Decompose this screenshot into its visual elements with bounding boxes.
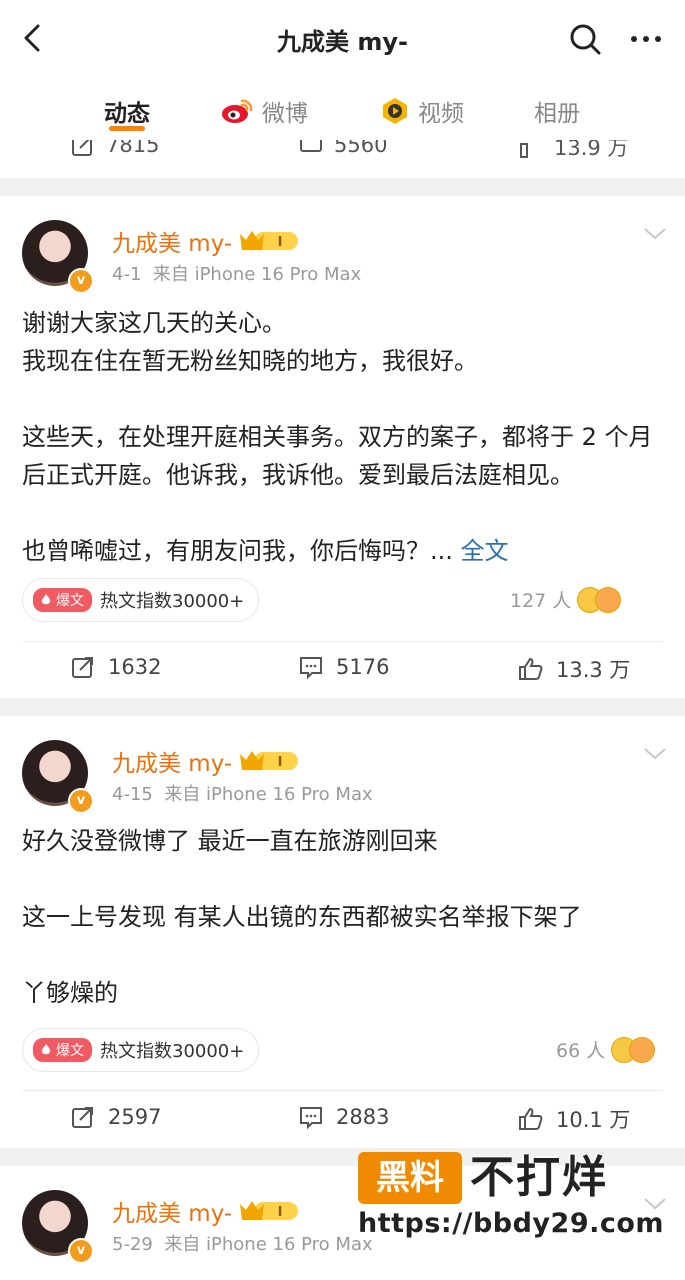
like-count: 13.9 万 [554, 140, 629, 160]
username-text: 九成美 my- [112, 1201, 233, 1227]
comment-count: 5560 [334, 140, 388, 157]
heart-kiss-emoji-icon [629, 1036, 656, 1063]
post-date: 4-1 [112, 264, 142, 285]
watermark-logo: 黑料 不打烊 https://bbdy29.com [358, 1150, 668, 1250]
tab-dynamic[interactable]: 动态 [104, 94, 150, 128]
level-label: I [278, 1205, 283, 1220]
comment-count: 2883 [336, 1105, 390, 1129]
repost-count: 7815 [106, 140, 160, 157]
repost-count: 2597 [108, 1105, 162, 1129]
repost-button[interactable]: 2597 [70, 1104, 161, 1130]
search-icon[interactable] [566, 20, 604, 58]
comment-button[interactable]: 5176 [298, 654, 389, 680]
tab-album[interactable]: 相册 [534, 94, 580, 128]
repost-count: 1632 [108, 655, 162, 679]
hot-tag: 爆文 [33, 1038, 92, 1062]
divider [22, 641, 663, 642]
watermark-box-text: 黑料 [358, 1152, 462, 1204]
weibo-logo-icon [222, 99, 253, 123]
video-icon [383, 98, 407, 124]
verified-badge-icon: v [68, 788, 94, 814]
post-text: 谢谢大家这几天的关心。 我现在住在暂无粉丝知晓的地方，我很好。 这些天，在处理开… [22, 304, 661, 570]
chevron-down-icon[interactable] [642, 746, 668, 762]
likers-summary[interactable]: 127 人 [510, 586, 622, 613]
previous-post-actions: 7815 5560 13.9 万 [0, 140, 685, 178]
comment-icon [300, 140, 322, 152]
likers-count: 127 人 [510, 590, 572, 612]
level-label: I [278, 235, 283, 250]
comment-count: 5176 [336, 655, 390, 679]
post-source: 来自 iPhone 16 Pro Max [164, 784, 373, 805]
post-source: 来自 iPhone 16 Pro Max [164, 1234, 373, 1255]
watermark-url: https://bbdy29.com [358, 1208, 665, 1239]
post-meta: 4-1 来自 iPhone 16 Pro Max [112, 260, 361, 286]
full-text-link[interactable]: 全文 [461, 537, 509, 565]
comment-button[interactable]: 2883 [298, 1104, 389, 1130]
post-text: 好久没登微博了 最近一直在旅游刚回来 这一上号发现 有某人出镜的东西都被实名举报… [22, 827, 582, 1007]
hot-index-chip[interactable]: 爆文 热文指数30000+ [22, 1028, 260, 1072]
more-options-icon[interactable] [626, 20, 666, 58]
comment-button[interactable]: 5560 [298, 140, 387, 158]
comment-icon [300, 657, 322, 680]
like-button[interactable]: 13.3 万 [518, 654, 630, 684]
weibo-post[interactable]: v 九成美 my- I 4-15 来自 iPhone 16 Pro Max 好久… [0, 716, 685, 1148]
vip-crown-badge-icon: I [240, 751, 299, 770]
like-icon [519, 657, 543, 680]
divider [22, 1090, 663, 1091]
watermark-title: 不打烊 [470, 1152, 608, 1203]
active-tab-indicator [109, 126, 145, 131]
like-button[interactable]: 13.9 万 [518, 140, 628, 162]
post-meta: 4-15 来自 iPhone 16 Pro Max [112, 780, 373, 806]
heart-kiss-emoji-icon [595, 586, 622, 613]
repost-icon [72, 1107, 93, 1128]
username-text: 九成美 my- [112, 751, 233, 777]
hot-tag: 爆文 [33, 588, 92, 612]
tab-label: 相册 [534, 101, 580, 127]
post-source: 来自 iPhone 16 Pro Max [152, 264, 362, 285]
repost-icon [72, 140, 92, 156]
username[interactable]: 九成美 my- I [112, 744, 300, 778]
repost-icon [72, 657, 93, 678]
like-count: 13.3 万 [556, 658, 631, 682]
comment-icon [300, 1107, 322, 1130]
verified-badge-icon: v [68, 268, 94, 294]
hot-index-label: 热文指数30000+ [100, 591, 245, 612]
vip-crown-badge-icon: I [240, 231, 299, 250]
post-body: 谢谢大家这几天的关心。 我现在住在暂无粉丝知晓的地方，我很好。 这些天，在处理开… [22, 309, 653, 565]
post-meta: 5-29 来自 iPhone 16 Pro Max [112, 1230, 373, 1256]
tab-label: 微博 [262, 101, 308, 127]
repost-button[interactable]: 7815 [70, 140, 159, 158]
hot-index-chip[interactable]: 爆文 热文指数30000+ [22, 578, 260, 622]
hot-tag-label: 爆文 [56, 1043, 84, 1059]
top-bar: 九成美 my- [0, 0, 685, 76]
likers-count: 66 人 [556, 1040, 606, 1062]
chevron-down-icon[interactable] [642, 226, 668, 242]
tab-video[interactable]: 视频 [380, 94, 464, 128]
like-count: 10.1 万 [556, 1108, 631, 1132]
username[interactable]: 九成美 my- I [112, 224, 300, 258]
username[interactable]: 九成美 my- I [112, 1194, 300, 1228]
like-button[interactable]: 10.1 万 [518, 1104, 630, 1134]
likers-summary[interactable]: 66 人 [556, 1036, 656, 1063]
profile-tabs: 动态 微博 视频 相册 [0, 76, 685, 140]
hot-index-label: 热文指数30000+ [100, 1041, 245, 1062]
fire-icon [41, 594, 51, 605]
repost-button[interactable]: 1632 [70, 654, 161, 680]
like-icon [520, 143, 528, 158]
fire-icon [41, 1044, 51, 1055]
tab-weibo[interactable]: 微博 [220, 94, 308, 128]
post-date: 4-15 [112, 784, 153, 805]
username-text: 九成美 my- [112, 231, 233, 257]
tab-label: 动态 [104, 101, 150, 127]
hot-tag-label: 爆文 [56, 593, 84, 609]
like-icon [519, 1107, 543, 1130]
tab-label: 视频 [418, 101, 464, 127]
weibo-post[interactable]: v 九成美 my- I 4-1 来自 iPhone 16 Pro Max 谢谢大… [0, 196, 685, 698]
level-label: I [278, 755, 283, 770]
vip-crown-badge-icon: I [240, 1201, 299, 1220]
post-date: 5-29 [112, 1234, 153, 1255]
verified-badge-icon: v [68, 1238, 94, 1264]
